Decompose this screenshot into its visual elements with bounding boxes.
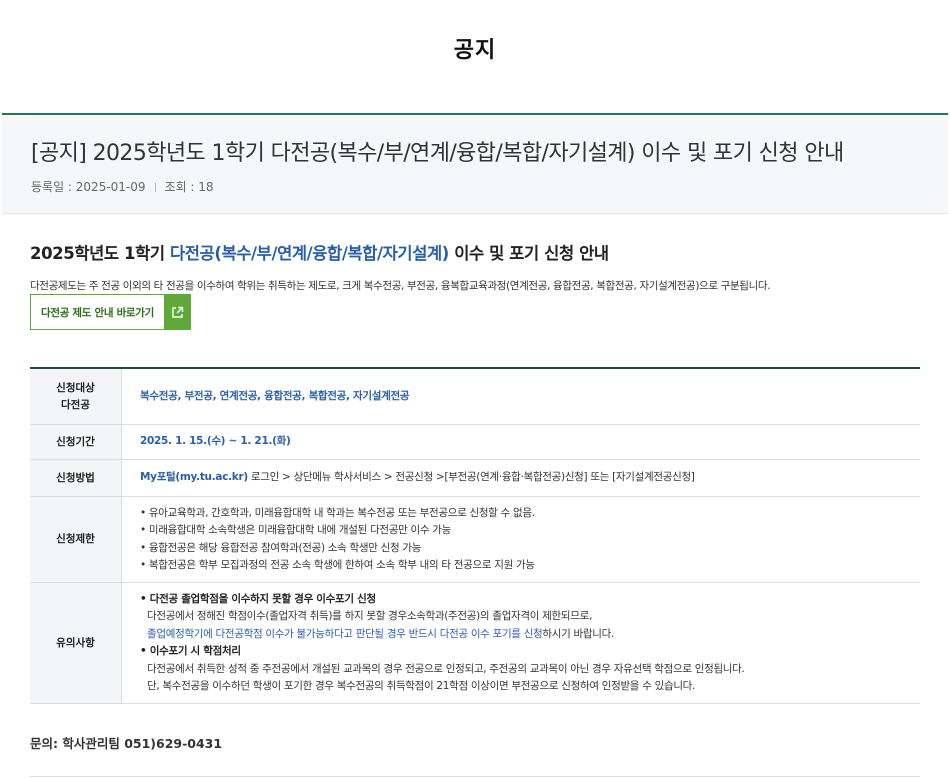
period-cell: 2025. 1. 15.(수) ~ 1. 21.(화) xyxy=(122,425,920,459)
notes-2-line2: 단, 복수전공을 이수하던 학생이 포기한 경우 복수전공의 취득학점이 21학… xyxy=(147,680,696,692)
post-header: [공지] 2025학년도 1학기 다전공(복수/부/연계/융합/복합/자기설계)… xyxy=(2,113,948,214)
target-header: 신청대상 다전공 xyxy=(30,369,122,424)
method-cell: My포털(my.tu.ac.kr) 로그인 > 상단메뉴 학사서비스 > 전공신… xyxy=(122,460,920,496)
info-table: 신청대상 다전공 복수전공, 부전공, 연계전공, 융합전공, 복합전공, 자기설… xyxy=(30,367,920,704)
limit-item: • 복합전공은 학부 모집과정의 전공 소속 학생에 한하여 소속 학부 내의 … xyxy=(140,559,535,571)
notes-1-line1: 다전공에서 정해진 학점이수(졸업자격 취득)를 하지 못할 경우소속학과(주전… xyxy=(147,610,593,622)
guide-button-label: 다전공 제도 안내 바로가기 xyxy=(40,306,155,319)
limit-cell: • 유아교육학과, 간호학과, 미래융합대학 내 학과는 복수전공 또는 부전공… xyxy=(122,497,920,582)
limit-header: 신청제한 xyxy=(30,497,122,582)
method-header: 신청방법 xyxy=(30,460,122,496)
target-cell: 복수전공, 부전공, 연계전공, 융합전공, 복합전공, 자기설계전공 xyxy=(122,369,920,424)
post-meta: 등록일 : 2025-01-09 조회 : 18 xyxy=(31,178,214,195)
guide-link-button[interactable]: 다전공 제도 안내 바로가기 xyxy=(30,294,191,330)
period-header: 신청기간 xyxy=(30,425,122,459)
method-text: 로그인 > 상단메뉴 학사서비스 > 전공신청 >[부전공(연계·융합·복합전공… xyxy=(247,471,695,484)
post-views: 조회 : 18 xyxy=(164,180,214,194)
notes-1-rest: 하시기 바랍니다. xyxy=(542,627,615,640)
intro-text: 다전공제도는 주 전공 이외의 타 전공을 이수하여 학위는 취득하는 제도로,… xyxy=(30,280,771,292)
post-date: 등록일 : 2025-01-09 xyxy=(31,180,146,194)
heading-prefix: 2025학년도 1학기 xyxy=(30,244,170,263)
table-row-period: 신청기간 2025. 1. 15.(수) ~ 1. 21.(화) xyxy=(30,425,920,460)
meta-divider xyxy=(154,183,156,192)
limit-item: • 융합전공은 해당 융합전공 참여학과(전공) 소속 학생만 신청 가능 xyxy=(140,541,422,554)
notes-2-line1: 다전공에서 취득한 성적 중 주전공에서 개설된 교과목의 경우 전공으로 인정… xyxy=(147,662,745,675)
limit-item: • 미래융합대학 소속학생은 미래융합대학 내에 개설된 다전공만 이수 가능 xyxy=(140,524,451,536)
notes-1-title: • 다전공 졸업학점을 이수하지 못할 경우 이수포기 신청 xyxy=(140,592,376,605)
content-heading: 2025학년도 1학기 다전공(복수/부/연계/융합/복합/자기설계) 이수 및… xyxy=(30,240,609,264)
table-row-method: 신청방법 My포털(my.tu.ac.kr) 로그인 > 상단메뉴 학사서비스 … xyxy=(30,460,920,497)
limit-item: • 유아교육학과, 간호학과, 미래융합대학 내 학과는 복수전공 또는 부전공… xyxy=(140,506,535,519)
notes-header: 유의사항 xyxy=(30,583,122,703)
post-title: [공지] 2025학년도 1학기 다전공(복수/부/연계/융합/복합/자기설계)… xyxy=(31,141,844,166)
target-value: 복수전공, 부전공, 연계전공, 융합전공, 복합전공, 자기설계전공 xyxy=(140,389,410,402)
period-value: 2025. 1. 15.(수) ~ 1. 21.(화) xyxy=(140,435,291,448)
portal-link[interactable]: My포털(my.tu.ac.kr) xyxy=(140,471,248,483)
contact-info: 문의: 학사관리팀 051)629-0431 xyxy=(30,736,223,751)
table-row-target: 신청대상 다전공 복수전공, 부전공, 연계전공, 융합전공, 복합전공, 자기설… xyxy=(30,369,920,425)
table-row-notes: 유의사항 • 다전공 졸업학점을 이수하지 못할 경우 이수포기 신청 다전공에… xyxy=(30,583,920,704)
notes-1-highlight: 졸업예정학기에 다전공학점 이수가 불가능하다고 판단될 경우 반드시 다전공 … xyxy=(147,627,543,640)
notes-cell: • 다전공 졸업학점을 이수하지 못할 경우 이수포기 신청 다전공에서 정해진… xyxy=(122,583,920,703)
bottom-divider xyxy=(30,776,920,777)
external-link-icon xyxy=(164,295,190,329)
heading-highlight: 다전공(복수/부/연계/융합/복합/자기설계) xyxy=(170,244,449,263)
page-title: 공지 xyxy=(453,38,497,63)
table-row-limit: 신청제한 • 유아교육학과, 간호학과, 미래융합대학 내 학과는 복수전공 또… xyxy=(30,497,920,583)
notes-2-title: • 이수포기 시 학점처리 xyxy=(140,645,241,657)
heading-suffix: 이수 및 포기 신청 안내 xyxy=(448,244,609,263)
